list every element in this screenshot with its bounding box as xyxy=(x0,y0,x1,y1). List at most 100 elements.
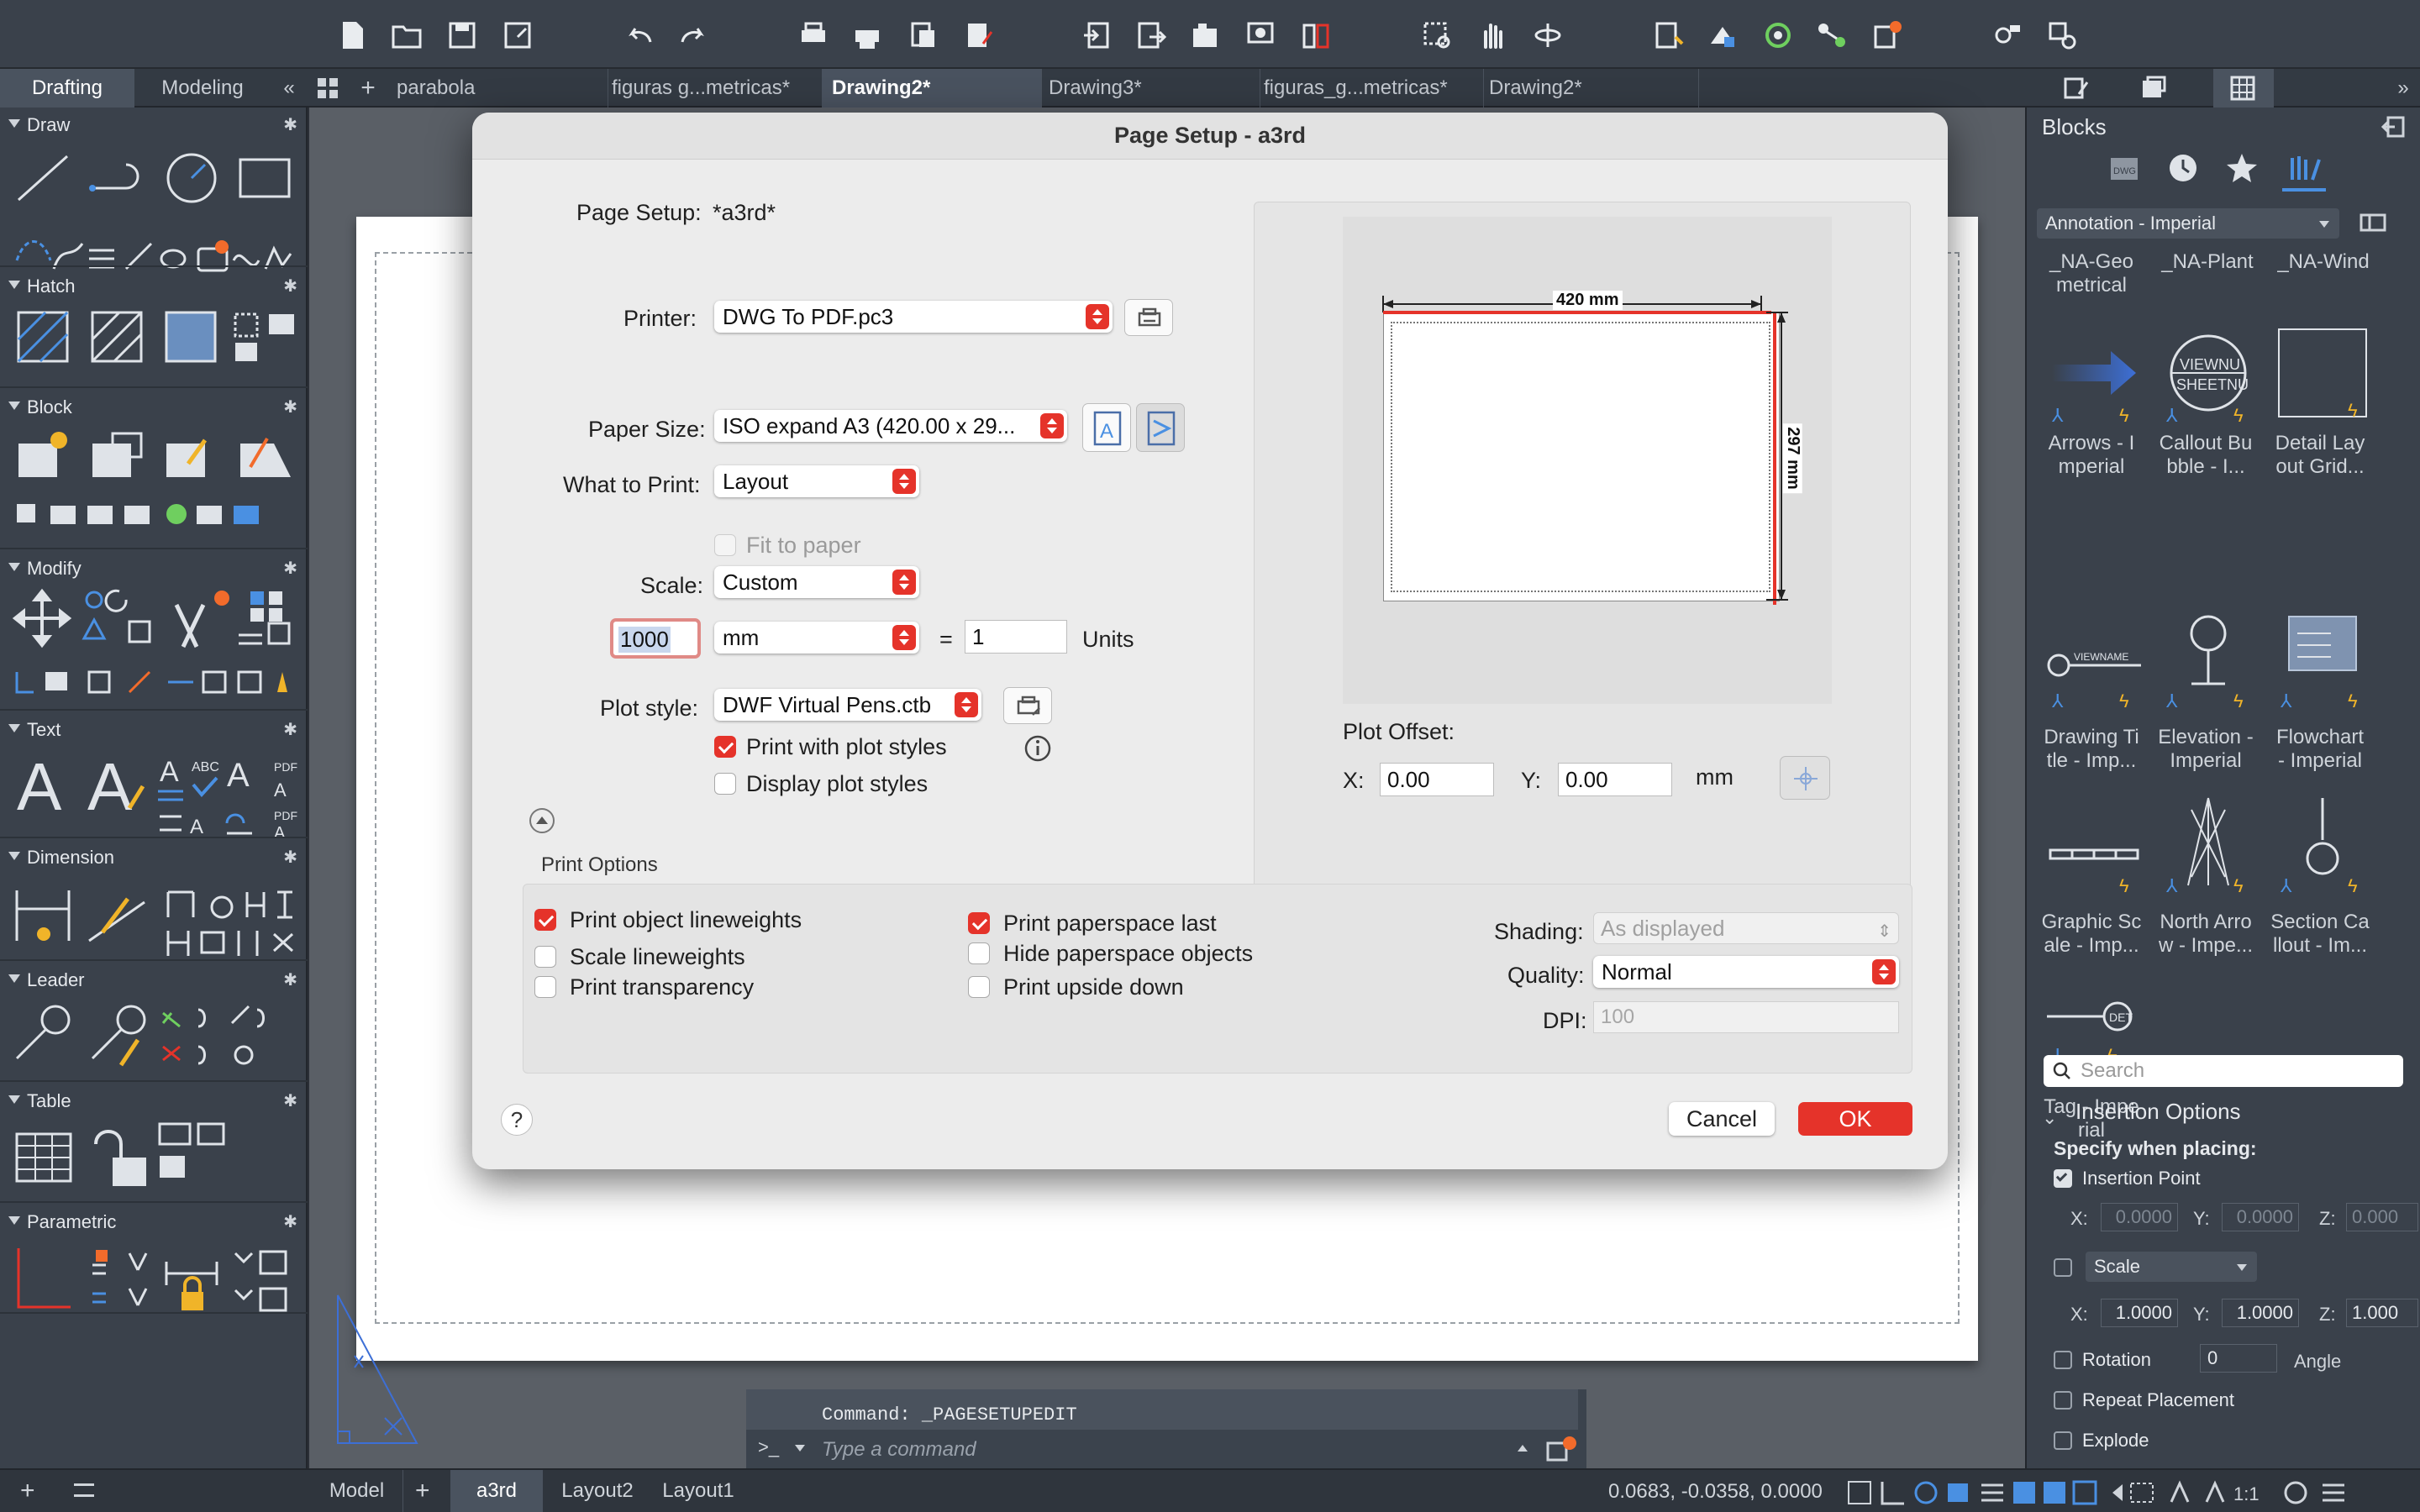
drawing-title-block-thumbnail[interactable]: VIEWNAME ⅄ ϟ xyxy=(2044,608,2144,709)
gear-icon[interactable]: ✱ xyxy=(283,276,297,297)
doc-tab[interactable]: figuras g...metricas* xyxy=(602,69,827,108)
section-modify[interactable]: Modify ✱ xyxy=(0,554,308,583)
print-upside-down-checkbox[interactable] xyxy=(968,976,990,998)
block-name[interactable]: Elevation - Imperial xyxy=(2151,726,2260,773)
open-folder-icon[interactable] xyxy=(390,18,424,52)
printer-select[interactable]: DWG To PDF.pc3 xyxy=(714,301,1113,333)
command-dropdown-icon[interactable] xyxy=(795,1445,805,1452)
gear-icon[interactable]: ✱ xyxy=(283,396,297,417)
printer-properties-button[interactable] xyxy=(1124,299,1173,336)
shading-select[interactable]: As displayed ⇕ xyxy=(1593,912,1899,944)
blocks-palette-tab[interactable] xyxy=(2213,69,2274,108)
page-setup-icon[interactable] xyxy=(961,18,995,52)
callout-bubble-block-thumbnail[interactable]: VIEWNU SHEETNU ⅄ ϟ xyxy=(2158,323,2259,423)
portrait-button[interactable]: A xyxy=(1082,403,1131,452)
scale-lineweights-checkbox[interactable] xyxy=(534,946,556,968)
menu-icon[interactable] xyxy=(74,1483,94,1497)
gear-icon[interactable]: ✱ xyxy=(283,847,297,868)
view-toggle-icon[interactable] xyxy=(2358,210,2388,235)
repeat-placement-checkbox[interactable] xyxy=(2054,1391,2072,1410)
pan-hand-icon[interactable] xyxy=(1476,18,1509,52)
redo-icon[interactable] xyxy=(677,18,711,52)
doc-tab[interactable]: Drawing2* xyxy=(1479,69,1699,108)
section-leader[interactable]: Leader ✱ xyxy=(0,966,308,995)
match-properties-icon[interactable] xyxy=(1706,18,1739,52)
block-name[interactable]: _NA-Geo metrical xyxy=(2037,250,2146,297)
scale-x-input[interactable]: 1.0000 xyxy=(2101,1299,2178,1327)
notifications-icon[interactable] xyxy=(1870,18,1904,52)
orbit-icon[interactable] xyxy=(1531,18,1565,52)
layout-tab-model[interactable]: Model xyxy=(311,1470,403,1512)
properties-icon[interactable] xyxy=(1652,18,1686,52)
chevron-down-icon[interactable]: ⌄ xyxy=(2042,1107,2057,1129)
insertion-y-input[interactable]: 0.0000 xyxy=(2222,1203,2299,1231)
add-layout-button[interactable]: + xyxy=(415,1477,430,1505)
favorites-star-icon[interactable] xyxy=(2225,151,2259,185)
tab-drafting[interactable]: Drafting xyxy=(0,69,134,108)
center-plot-button[interactable] xyxy=(1780,756,1830,800)
layout-tab-a3rd[interactable]: a3rd xyxy=(450,1470,543,1512)
block-name[interactable]: Arrows - I mperial xyxy=(2037,432,2146,479)
libraries-icon[interactable] xyxy=(2287,151,2321,185)
leader-tools[interactable] xyxy=(12,998,297,1079)
hatch-tools[interactable] xyxy=(12,306,297,368)
properties-palette-icon[interactable] xyxy=(2062,74,2091,102)
print-object-lineweights-checkbox[interactable] xyxy=(534,909,556,931)
insertion-z-input[interactable]: 0.000 xyxy=(2346,1203,2418,1231)
drawing-utilities-icon[interactable] xyxy=(2045,18,2079,52)
north-arrow-block-thumbnail[interactable]: ⅄ ϟ xyxy=(2158,793,2259,894)
landscape-button[interactable] xyxy=(1136,403,1185,452)
section-block[interactable]: Block ✱ xyxy=(0,393,308,422)
doc-tab[interactable]: figuras_g...metricas* xyxy=(1254,69,1484,108)
gear-icon[interactable]: ✱ xyxy=(283,1090,297,1111)
print-with-plot-styles-checkbox[interactable] xyxy=(714,736,736,758)
new-tab-button[interactable]: + xyxy=(351,69,385,108)
scale-y-input[interactable]: 1.0000 xyxy=(2222,1299,2299,1327)
section-dimension[interactable]: Dimension ✱ xyxy=(0,843,308,872)
undo-icon[interactable] xyxy=(622,18,655,52)
zoom-window-icon[interactable] xyxy=(1420,18,1454,52)
block-name[interactable]: Flowchart - Imperial xyxy=(2265,726,2375,773)
palette-close-icon[interactable] xyxy=(2381,114,2407,139)
info-icon[interactable] xyxy=(1023,734,1052,763)
block-name[interactable]: _NA-Plant xyxy=(2153,250,2262,274)
status-toggles[interactable]: 1:1 xyxy=(1845,1478,2417,1507)
dpi-input[interactable]: 100 xyxy=(1593,1001,1899,1033)
doc-tab[interactable]: parabola xyxy=(387,69,608,108)
detail-layout-grid-block-thumbnail[interactable]: ϟ xyxy=(2272,323,2373,423)
section-hatch[interactable]: Hatch ✱ xyxy=(0,272,308,301)
table-tools[interactable] xyxy=(12,1119,297,1200)
xref-icon[interactable] xyxy=(1188,18,1222,52)
doc-tab[interactable]: Drawing3* xyxy=(1039,69,1260,108)
collapse-options-icon[interactable] xyxy=(528,806,556,835)
scale-select[interactable]: Scale xyxy=(2086,1252,2257,1282)
library-select[interactable]: Annotation - Imperial xyxy=(2037,208,2339,239)
insertion-point-checkbox[interactable] xyxy=(2054,1169,2072,1188)
save-icon[interactable] xyxy=(445,18,479,52)
block-name[interactable]: Section Ca llout - Im... xyxy=(2265,911,2375,958)
block-tools[interactable] xyxy=(12,427,297,528)
section-parametric[interactable]: Parametric ✱ xyxy=(0,1208,308,1236)
gear-icon[interactable]: ✱ xyxy=(283,969,297,990)
section-text[interactable]: Text ✱ xyxy=(0,716,308,744)
plot-icon[interactable] xyxy=(797,18,830,52)
block-name[interactable]: Graphic Sc ale - Imp... xyxy=(2037,911,2146,958)
sheet-set-icon[interactable] xyxy=(1299,18,1333,52)
plot-style-edit-button[interactable] xyxy=(1003,687,1052,724)
insertion-options-title[interactable]: Insertion Options xyxy=(2075,1099,2241,1125)
scale-z-input[interactable]: 1.000 xyxy=(2346,1299,2418,1327)
paper-size-select[interactable]: ISO expand A3 (420.00 x 29... xyxy=(714,410,1067,442)
print-transparency-checkbox[interactable] xyxy=(534,976,556,998)
help-button[interactable]: ? xyxy=(501,1104,533,1136)
gear-icon[interactable]: ✱ xyxy=(283,719,297,740)
arrows-block-thumbnail[interactable]: ⅄ ϟ xyxy=(2044,323,2144,423)
doc-tab-active[interactable]: Drawing2* xyxy=(822,69,1042,108)
offset-x-input[interactable]: 0.00 xyxy=(1380,763,1494,796)
plot-style-select[interactable]: DWF Virtual Pens.ctb xyxy=(714,689,981,721)
offset-y-input[interactable]: 0.00 xyxy=(1558,763,1672,796)
ok-button[interactable]: OK xyxy=(1798,1102,1912,1136)
block-name[interactable]: Detail Lay out Grid... xyxy=(2265,432,2375,479)
elevation-block-thumbnail[interactable]: ⅄ ϟ xyxy=(2158,608,2259,709)
display-plot-styles-checkbox[interactable] xyxy=(714,773,736,795)
command-settings-icon[interactable] xyxy=(1544,1435,1578,1465)
